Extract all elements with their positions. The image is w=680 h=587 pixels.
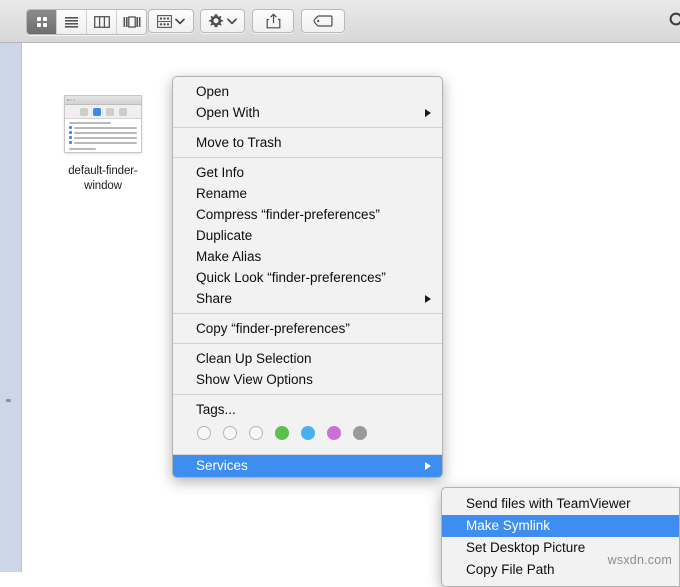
view-mode-icon-button[interactable]: [27, 10, 57, 34]
menu-item-label: Make Symlink: [466, 518, 551, 533]
menu-item-label: Rename: [196, 186, 248, 201]
menu-item-label: Copy “finder-preferences”: [196, 321, 350, 336]
menu-item-label: Compress “finder-preferences”: [196, 207, 380, 222]
file-label: default-finder- window: [49, 164, 157, 194]
menu-item-label: Open: [196, 84, 230, 99]
menu-item-quick-look[interactable]: Quick Look “finder-preferences”: [173, 267, 442, 288]
context-menu-group-copy: Copy “finder-preferences”: [173, 318, 442, 339]
share-button[interactable]: [252, 9, 294, 33]
submenu-arrow-icon: [425, 108, 431, 117]
menu-separator: [173, 127, 442, 128]
menu-item-open-with[interactable]: Open With: [173, 102, 442, 123]
menu-item-label: Copy File Path: [466, 562, 555, 577]
menu-item-label: Duplicate: [196, 228, 253, 243]
menu-item-label: Services: [196, 458, 248, 473]
menu-item-label: Open With: [196, 105, 260, 120]
context-menu-group-tags: Tags...: [173, 399, 442, 450]
menu-separator: [173, 394, 442, 395]
menu-item-label: Send files with TeamViewer: [466, 496, 631, 511]
arrange-by-button[interactable]: [148, 9, 194, 33]
file-label-line2: window: [84, 180, 122, 192]
menu-item-label: Set Desktop Picture: [466, 540, 586, 555]
tag-color-swatches[interactable]: [173, 420, 442, 450]
menu-item-tags[interactable]: Tags...: [173, 399, 442, 420]
submenu-item-make-symlink[interactable]: Make Symlink: [442, 515, 679, 537]
tag-dot-green[interactable]: [275, 426, 289, 440]
menu-item-services[interactable]: Services: [173, 455, 442, 477]
icon-view-icon: [36, 17, 47, 27]
view-mode-segmented-control[interactable]: [26, 9, 147, 35]
menu-item-move-to-trash[interactable]: Move to Trash: [173, 132, 442, 153]
finder-preferences-window-thumbnail: [64, 95, 142, 153]
menu-item-label: Show View Options: [196, 372, 313, 387]
menu-separator: [173, 157, 442, 158]
menu-item-label: Get Info: [196, 165, 245, 180]
tag-icon: [313, 15, 333, 27]
sidebar[interactable]: [0, 43, 22, 572]
context-menu-group-trash: Move to Trash: [173, 132, 442, 153]
menu-separator: [173, 343, 442, 344]
menu-item-label: Clean Up Selection: [196, 351, 312, 366]
menu-item-label: Move to Trash: [196, 135, 282, 150]
menu-item-share[interactable]: Share: [173, 288, 442, 309]
tag-dot-purple[interactable]: [327, 426, 341, 440]
menu-item-label: Make Alias: [196, 249, 262, 264]
list-view-icon: [65, 17, 78, 28]
arrange-grid-icon: [157, 14, 172, 28]
watermark: wsxdn.com: [607, 553, 672, 567]
menu-item-rename[interactable]: Rename: [173, 183, 442, 204]
action-menu-button[interactable]: [200, 9, 245, 33]
chevron-down-icon: [175, 18, 185, 24]
toolbar: [0, 0, 680, 43]
share-icon: [266, 13, 280, 29]
search-icon[interactable]: [668, 11, 680, 31]
menu-item-make-alias[interactable]: Make Alias: [173, 246, 442, 267]
menu-separator: [173, 313, 442, 314]
context-menu-group-file-ops: Get Info Rename Compress “finder-prefere…: [173, 162, 442, 309]
view-mode-list-button[interactable]: [57, 10, 87, 34]
column-view-icon: [93, 16, 110, 28]
sidebar-marker: [6, 399, 11, 402]
tag-dot-none-2[interactable]: [223, 426, 237, 440]
file-item-default-finder-window[interactable]: default-finder- window: [49, 95, 157, 194]
tag-dot-gray[interactable]: [353, 426, 367, 440]
context-menu-group-view: Clean Up Selection Show View Options: [173, 348, 442, 390]
context-menu[interactable]: Open Open With Move to Trash Get Info Re…: [172, 76, 443, 478]
submenu-arrow-icon: [425, 462, 431, 470]
context-menu-group-open: Open Open With: [173, 81, 442, 123]
menu-item-duplicate[interactable]: Duplicate: [173, 225, 442, 246]
chevron-down-icon: [227, 18, 237, 24]
tag-dot-none-1[interactable]: [197, 426, 211, 440]
tags-button[interactable]: [301, 9, 345, 33]
menu-item-compress[interactable]: Compress “finder-preferences”: [173, 204, 442, 225]
file-thumbnail-wrap: [64, 95, 142, 157]
menu-item-clean-up-selection[interactable]: Clean Up Selection: [173, 348, 442, 369]
menu-item-get-info[interactable]: Get Info: [173, 162, 442, 183]
coverflow-view-icon: [123, 16, 140, 28]
submenu-item-send-files-with-teamviewer[interactable]: Send files with TeamViewer: [442, 493, 679, 515]
menu-item-copy[interactable]: Copy “finder-preferences”: [173, 318, 442, 339]
services-submenu[interactable]: Send files with TeamViewer Make Symlink …: [441, 487, 680, 587]
file-label-line1: default-finder-: [68, 165, 138, 177]
menu-item-open[interactable]: Open: [173, 81, 442, 102]
view-mode-coverflow-button[interactable]: [117, 10, 146, 34]
submenu-arrow-icon: [425, 294, 431, 303]
tag-dot-blue[interactable]: [301, 426, 315, 440]
menu-item-label: Share: [196, 291, 233, 306]
tag-dot-none-3[interactable]: [249, 426, 263, 440]
menu-item-show-view-options[interactable]: Show View Options: [173, 369, 442, 390]
view-mode-column-button[interactable]: [87, 10, 117, 34]
finder-window: default-finder- window Open Open With Mo…: [0, 0, 680, 587]
menu-item-label: Quick Look “finder-preferences”: [196, 270, 386, 285]
magnifier-icon: [669, 12, 680, 26]
gear-icon: [209, 14, 223, 28]
